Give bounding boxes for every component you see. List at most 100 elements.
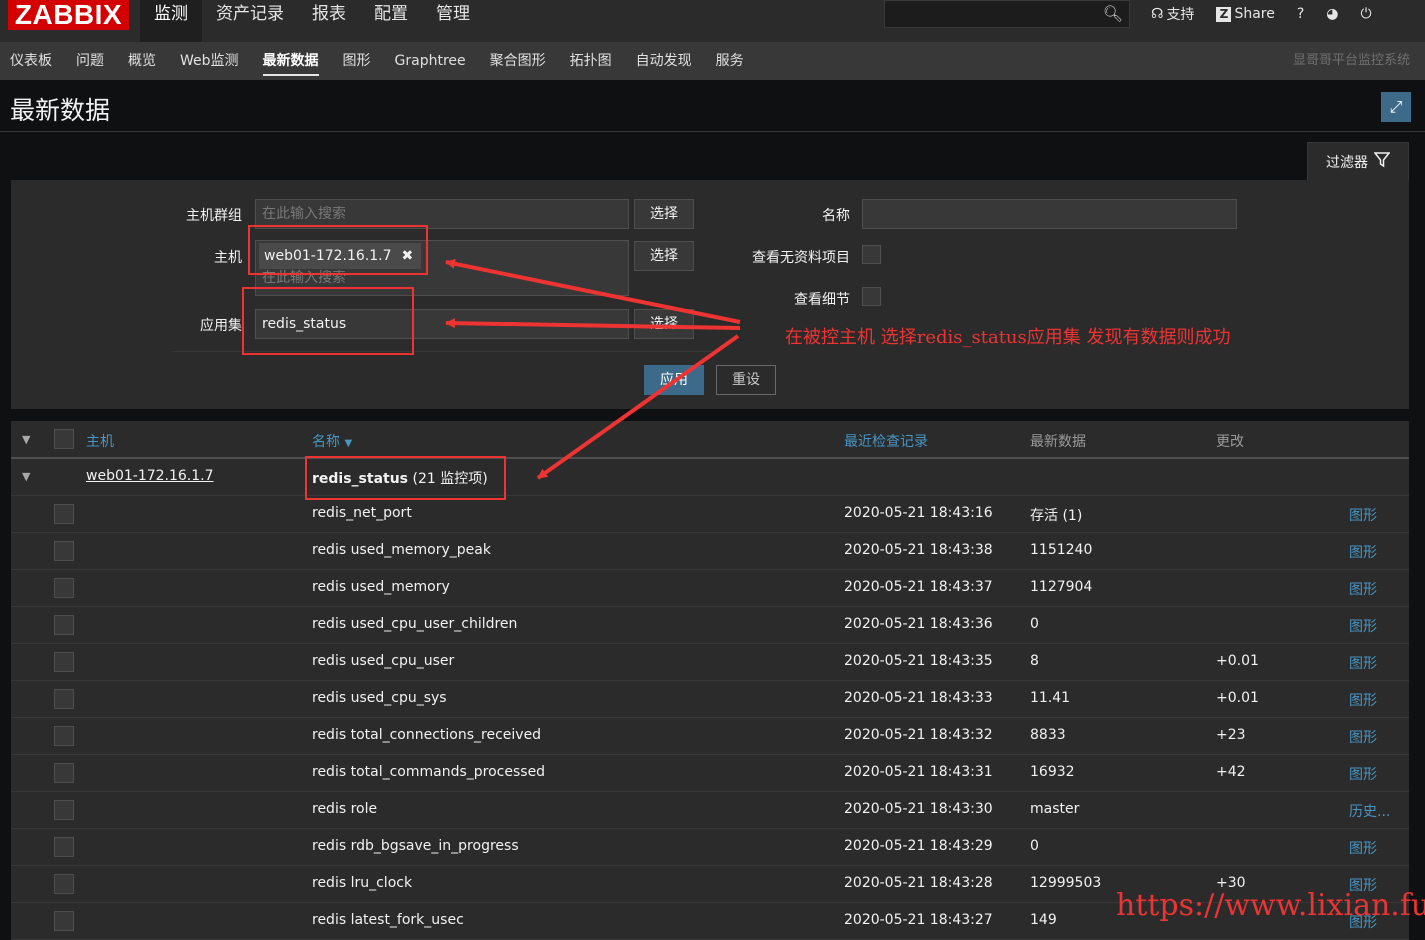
row-checkbox[interactable] [54, 837, 74, 857]
row-checkbox[interactable] [54, 726, 74, 746]
sub-navigation-bar: 仪表板 问题 概览 Web监测 最新数据 图形 Graphtree 聚合图形 拓扑图 自动发现 服务… [0, 42, 1425, 80]
sub-menu-item-3[interactable]: Web监测 [168, 42, 251, 80]
item-name: redis lru_clock [312, 875, 413, 891]
reset-button[interactable]: 重设 [716, 365, 776, 395]
item-name: redis used_memory [312, 579, 450, 595]
row-checkbox[interactable] [54, 652, 74, 672]
help-icon: ? [1296, 6, 1305, 22]
filter-tab[interactable]: 过滤器 [1307, 142, 1409, 180]
row-checkbox[interactable] [54, 541, 74, 561]
collapse-all-icon[interactable]: ▼ [22, 433, 30, 446]
graph-link[interactable]: 图形 [1349, 542, 1377, 562]
host-input-placeholder: 在此输入搜索 [262, 270, 346, 286]
table-row: redis used_cpu_sys 2020-05-21 18:43:33 11.… [11, 681, 1409, 718]
collapse-host-icon[interactable]: ▼ [22, 470, 30, 483]
global-search-input[interactable]: 🔍︎ [884, 0, 1130, 28]
item-name: redis total_connections_received [312, 727, 542, 743]
last-value: 11.41 [1030, 690, 1071, 706]
item-name: redis used_cpu_sys [312, 690, 447, 706]
row-checkbox[interactable] [54, 874, 74, 894]
user-icon: ◕ [1326, 6, 1339, 22]
support-link[interactable]: ☊ 支持 [1140, 4, 1205, 24]
name-input[interactable] [862, 199, 1237, 229]
table-row: redis total_connections_received 2020-05-… [11, 718, 1409, 755]
apply-button[interactable]: 应用 [644, 365, 704, 395]
sub-menu-item-6[interactable]: Graphtree [383, 42, 478, 80]
graph-link[interactable]: 图形 [1349, 764, 1377, 784]
help-button[interactable]: ? [1286, 6, 1315, 22]
item-name: redis used_cpu_user_children [312, 616, 518, 632]
main-menu-item-0[interactable]: 监测 [140, 0, 202, 42]
column-last-value: 最新数据 [1030, 434, 1086, 450]
sub-menu: 仪表板 问题 概览 Web监测 最新数据 图形 Graphtree 聚合图形 拓扑图 自动发现 服务 [0, 42, 756, 80]
table-row: redis role 2020-05-21 18:43:30 master 历史... [11, 792, 1409, 829]
user-menu: ☊ 支持 Z Share ? ◕ ⏻ [1140, 0, 1383, 28]
remove-tag-icon[interactable]: ✖ [402, 243, 414, 269]
row-checkbox[interactable] [54, 578, 74, 598]
page-header: 最新数据 ⤢ [0, 80, 1425, 132]
application-input[interactable]: redis_status [255, 309, 629, 339]
column-change: 更改 [1216, 434, 1244, 450]
last-value: 149 [1030, 912, 1057, 928]
expand-icon: ⤢ [1389, 97, 1403, 116]
zabbix-logo[interactable]: ZABBIX [8, 0, 129, 30]
show-details-checkbox[interactable] [862, 287, 881, 306]
graph-link[interactable]: 图形 [1349, 579, 1377, 599]
show-without-data-label: 查看无资料项目 [752, 250, 850, 266]
sub-menu-item-4[interactable]: 最新数据 [251, 42, 331, 80]
profile-button[interactable]: ◕ [1315, 6, 1349, 22]
row-checkbox[interactable] [54, 800, 74, 820]
headset-icon: ☊ [1151, 6, 1164, 22]
host-name-link[interactable]: web01-172.16.1.7 [86, 468, 214, 484]
row-checkbox[interactable] [54, 911, 74, 931]
host-select-button[interactable]: 选择 [634, 241, 694, 271]
main-menu-item-3[interactable]: 配置 [360, 0, 422, 42]
row-checkbox[interactable] [54, 763, 74, 783]
column-last-check[interactable]: 最近检查记录 [844, 431, 928, 451]
sub-menu-item-0[interactable]: 仪表板 [0, 42, 64, 80]
graph-link[interactable]: 图形 [1349, 690, 1377, 710]
column-name[interactable]: 名称 ▼ [312, 431, 352, 451]
sort-down-icon: ▼ [344, 438, 353, 449]
fullscreen-button[interactable]: ⤢ [1381, 92, 1411, 122]
graph-link[interactable]: 图形 [1349, 653, 1377, 673]
graph-link[interactable]: 历史... [1349, 801, 1390, 821]
graph-link[interactable]: 图形 [1349, 727, 1377, 747]
sub-menu-item-9[interactable]: 自动发现 [624, 42, 704, 80]
sub-menu-item-1[interactable]: 问题 [64, 42, 116, 80]
main-menu-item-2[interactable]: 报表 [298, 0, 360, 42]
last-value: 16932 [1030, 764, 1075, 780]
item-name: redis used_memory_peak [312, 542, 491, 558]
graph-link[interactable]: 图形 [1349, 505, 1377, 525]
row-checkbox[interactable] [54, 504, 74, 524]
select-all-checkbox[interactable] [54, 429, 74, 449]
sub-menu-item-5[interactable]: 图形 [331, 42, 383, 80]
main-menu-item-4[interactable]: 管理 [422, 0, 484, 42]
value-change: +23 [1216, 727, 1246, 743]
share-link[interactable]: Z Share [1205, 6, 1285, 22]
search-icon[interactable]: 🔍︎ [1103, 4, 1123, 23]
column-host[interactable]: 主机 [86, 431, 114, 451]
sub-menu-item-7[interactable]: 聚合图形 [478, 42, 558, 80]
item-name: redis latest_fork_usec [312, 912, 464, 928]
last-check-time: 2020-05-21 18:43:16 [844, 505, 993, 521]
row-checkbox[interactable] [54, 615, 74, 635]
sub-menu-item-10[interactable]: 服务 [704, 42, 756, 80]
annotation-text: 在被控主机 选择redis_status应用集 发现有数据则成功 [785, 327, 1231, 348]
graph-link[interactable]: 图形 [1349, 616, 1377, 636]
last-value: 1151240 [1030, 542, 1093, 558]
show-without-data-checkbox[interactable] [862, 245, 881, 264]
row-checkbox[interactable] [54, 689, 74, 709]
host-group-select-button[interactable]: 选择 [634, 199, 694, 229]
sub-menu-item-2[interactable]: 概览 [116, 42, 168, 80]
application-select-button[interactable]: 选择 [634, 309, 694, 339]
sub-menu-item-8[interactable]: 拓扑图 [558, 42, 624, 80]
host-group-input[interactable]: 在此输入搜索 [255, 199, 629, 229]
main-menu-item-1[interactable]: 资产记录 [202, 0, 298, 42]
last-check-time: 2020-05-21 18:43:38 [844, 542, 993, 558]
filter-tab-label: 过滤器 [1326, 154, 1368, 171]
graph-link[interactable]: 图形 [1349, 838, 1377, 858]
table-row: redis rdb_bgsave_in_progress 2020-05-21 1… [11, 829, 1409, 866]
logout-button[interactable]: ⏻ [1350, 6, 1383, 22]
table-body: redis_net_port 2020-05-21 18:43:16 存活 (1) 图… [11, 496, 1409, 940]
